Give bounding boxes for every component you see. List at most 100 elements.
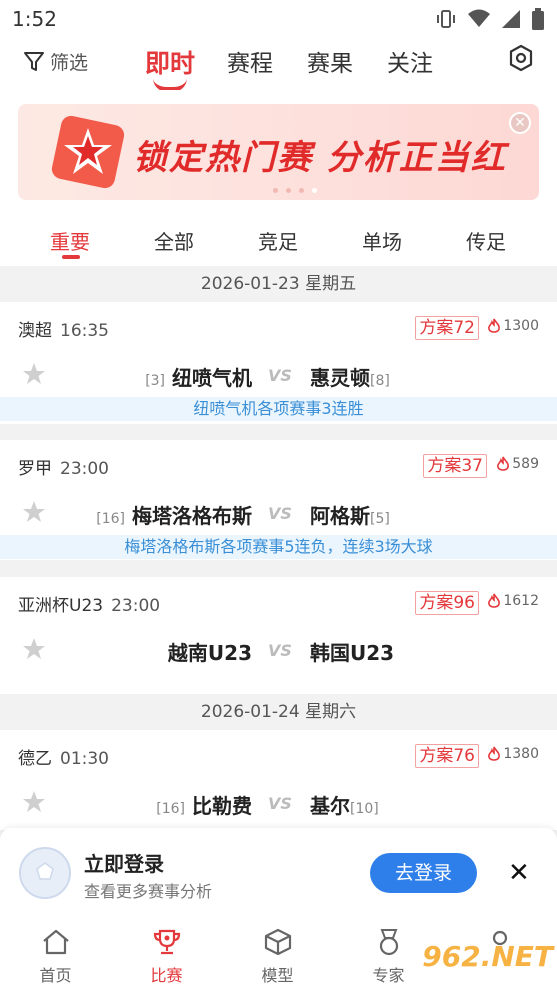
cube-icon (264, 928, 291, 956)
vs-label: VS (268, 366, 292, 385)
kickoff-time: 01:30 (60, 749, 109, 769)
tab-schedule[interactable]: 赛程 (210, 44, 290, 80)
home-team: [16] 比勒费 (156, 794, 252, 818)
settings-button[interactable] (507, 44, 535, 76)
subtab-single[interactable]: 单场 (330, 210, 434, 266)
filter-icon (24, 51, 44, 71)
plan-badge[interactable]: 方案76 (415, 744, 479, 768)
vs-label: VS (268, 794, 292, 813)
pager-dot (299, 188, 304, 193)
banner-pager (273, 188, 317, 193)
heat-count: 1300 (487, 318, 539, 334)
away-team: 基尔[10] (310, 794, 379, 818)
match-tip: 纽喷气机各项赛事3连胜 (0, 397, 557, 421)
kickoff-time: 23:00 (111, 596, 161, 616)
football-icon (19, 847, 71, 899)
wifi-icon (468, 9, 490, 27)
flame-icon (488, 746, 501, 761)
nav-model-label: 模型 (261, 966, 294, 985)
date-header: 2026-01-24 星期六 (0, 694, 557, 730)
kickoff-time: 16:35 (60, 321, 109, 341)
league-label: 亚洲杯U23 23:00 (18, 596, 161, 616)
login-subtitle: 查看更多赛事分析 (84, 882, 213, 901)
teams-row: [16] 比勒费 VS 基尔[10] (0, 790, 557, 820)
banner-text: 锁定热门赛 分析正当红 (133, 138, 507, 178)
home-rank: [16] (156, 801, 186, 817)
pager-dot (273, 188, 278, 193)
match-card[interactable]: 罗甲 23:00 方案37 589 [16] 梅塔洛格布斯 VS 阿格斯[5] 梅… (0, 440, 557, 560)
gear-icon (509, 44, 533, 72)
plan-badge[interactable]: 方案37 (423, 454, 487, 478)
away-team: 韩国U23 (310, 641, 395, 665)
heat-count: 1612 (487, 593, 539, 609)
subtab-chuanzu[interactable]: 传足 (434, 210, 538, 266)
vs-label: VS (268, 641, 292, 660)
home-rank: [16] (96, 511, 126, 527)
flame-icon (497, 456, 510, 471)
match-card[interactable]: 德乙 01:30 方案76 1380 [16] 比勒费 VS 基尔[10] (0, 730, 557, 830)
status-bar: 1:52 (0, 0, 557, 38)
tab-results[interactable]: 赛果 (290, 44, 370, 80)
tab-follow[interactable]: 关注 (370, 44, 450, 80)
nav-matches[interactable]: 比赛 (111, 920, 222, 990)
teams-row: [3] 纽喷气机 VS 惠灵顿[8] (0, 362, 557, 392)
flame-icon (488, 593, 501, 608)
heat-count: 589 (496, 456, 539, 472)
filter-label: 筛选 (50, 52, 89, 74)
away-rank: [5] (370, 511, 390, 527)
tab-live[interactable]: 即时 (130, 44, 210, 92)
filter-button[interactable]: 筛选 (22, 48, 88, 75)
kickoff-time: 23:00 (60, 459, 109, 479)
league-label: 罗甲 23:00 (18, 459, 109, 479)
banner-section: 锁定热门赛 分析正当红 ✕ (0, 90, 557, 210)
teams-row: 越南U23 VS 韩国U23 (0, 637, 557, 667)
login-title: 立即登录 (84, 852, 164, 876)
status-time: 1:52 (12, 7, 57, 31)
match-card[interactable]: 亚洲杯U23 23:00 方案96 1612 越南U23 VS 韩国U23 (0, 577, 557, 694)
nav-home-label: 首页 (39, 966, 72, 985)
nav-matches-label: 比赛 (150, 966, 183, 985)
home-rank: [3] (145, 373, 166, 389)
medal-icon (379, 929, 398, 956)
pager-dot (286, 188, 291, 193)
away-team: 阿格斯[5] (310, 504, 390, 528)
close-icon[interactable]: ✕ (508, 858, 530, 888)
heat-count: 1380 (487, 746, 539, 762)
star-badge-icon (51, 115, 125, 189)
top-navigation: 筛选 即时 赛程 赛果 关注 (0, 38, 557, 92)
away-team: 惠灵顿[8] (310, 366, 390, 390)
main-tabs: 即时 赛程 赛果 关注 (130, 44, 450, 92)
signal-icon (502, 10, 520, 28)
vs-label: VS (268, 504, 292, 523)
match-tip: 梅塔洛格布斯各项赛事5连负，连续3场大球 (0, 535, 557, 559)
match-card[interactable]: 澳超 16:35 方案72 1300 [3] 纽喷气机 VS 惠灵顿[8] 纽喷气… (0, 302, 557, 424)
login-button[interactable]: 去登录 (370, 853, 477, 893)
status-icons (435, 8, 545, 30)
flame-icon (488, 318, 501, 333)
battery-icon (532, 8, 544, 30)
vibrate-icon (437, 10, 455, 28)
banner-close-icon[interactable]: ✕ (509, 112, 531, 134)
league-label: 德乙 01:30 (18, 749, 109, 769)
subtab-important[interactable]: 重要 (18, 210, 122, 266)
category-tabs: 重要 全部 竞足 单场 传足 (0, 210, 557, 266)
subtab-jingzu[interactable]: 竞足 (226, 210, 330, 266)
subtab-all[interactable]: 全部 (122, 210, 226, 266)
pager-dot-active (312, 188, 317, 193)
home-team: [3] 纽喷气机 (145, 366, 252, 390)
home-team: [16] 梅塔洛格布斯 (96, 504, 252, 528)
watermark-logo: 962.NET (422, 940, 553, 973)
date-header: 2026-01-23 星期五 (0, 266, 557, 302)
league-label: 澳超 16:35 (18, 321, 109, 341)
trophy-icon (153, 929, 180, 955)
promo-banner[interactable]: 锁定热门赛 分析正当红 ✕ (18, 104, 539, 200)
nav-model[interactable]: 模型 (222, 920, 333, 990)
nav-home[interactable]: 首页 (0, 920, 111, 990)
login-prompt: 立即登录 查看更多赛事分析 去登录 ✕ (0, 828, 557, 920)
home-team: 越南U23 (167, 641, 252, 665)
plan-badge[interactable]: 方案96 (415, 591, 479, 615)
home-icon (42, 929, 69, 955)
away-rank: [8] (370, 373, 390, 389)
teams-row: [16] 梅塔洛格布斯 VS 阿格斯[5] (0, 500, 557, 530)
plan-badge[interactable]: 方案72 (415, 316, 479, 340)
